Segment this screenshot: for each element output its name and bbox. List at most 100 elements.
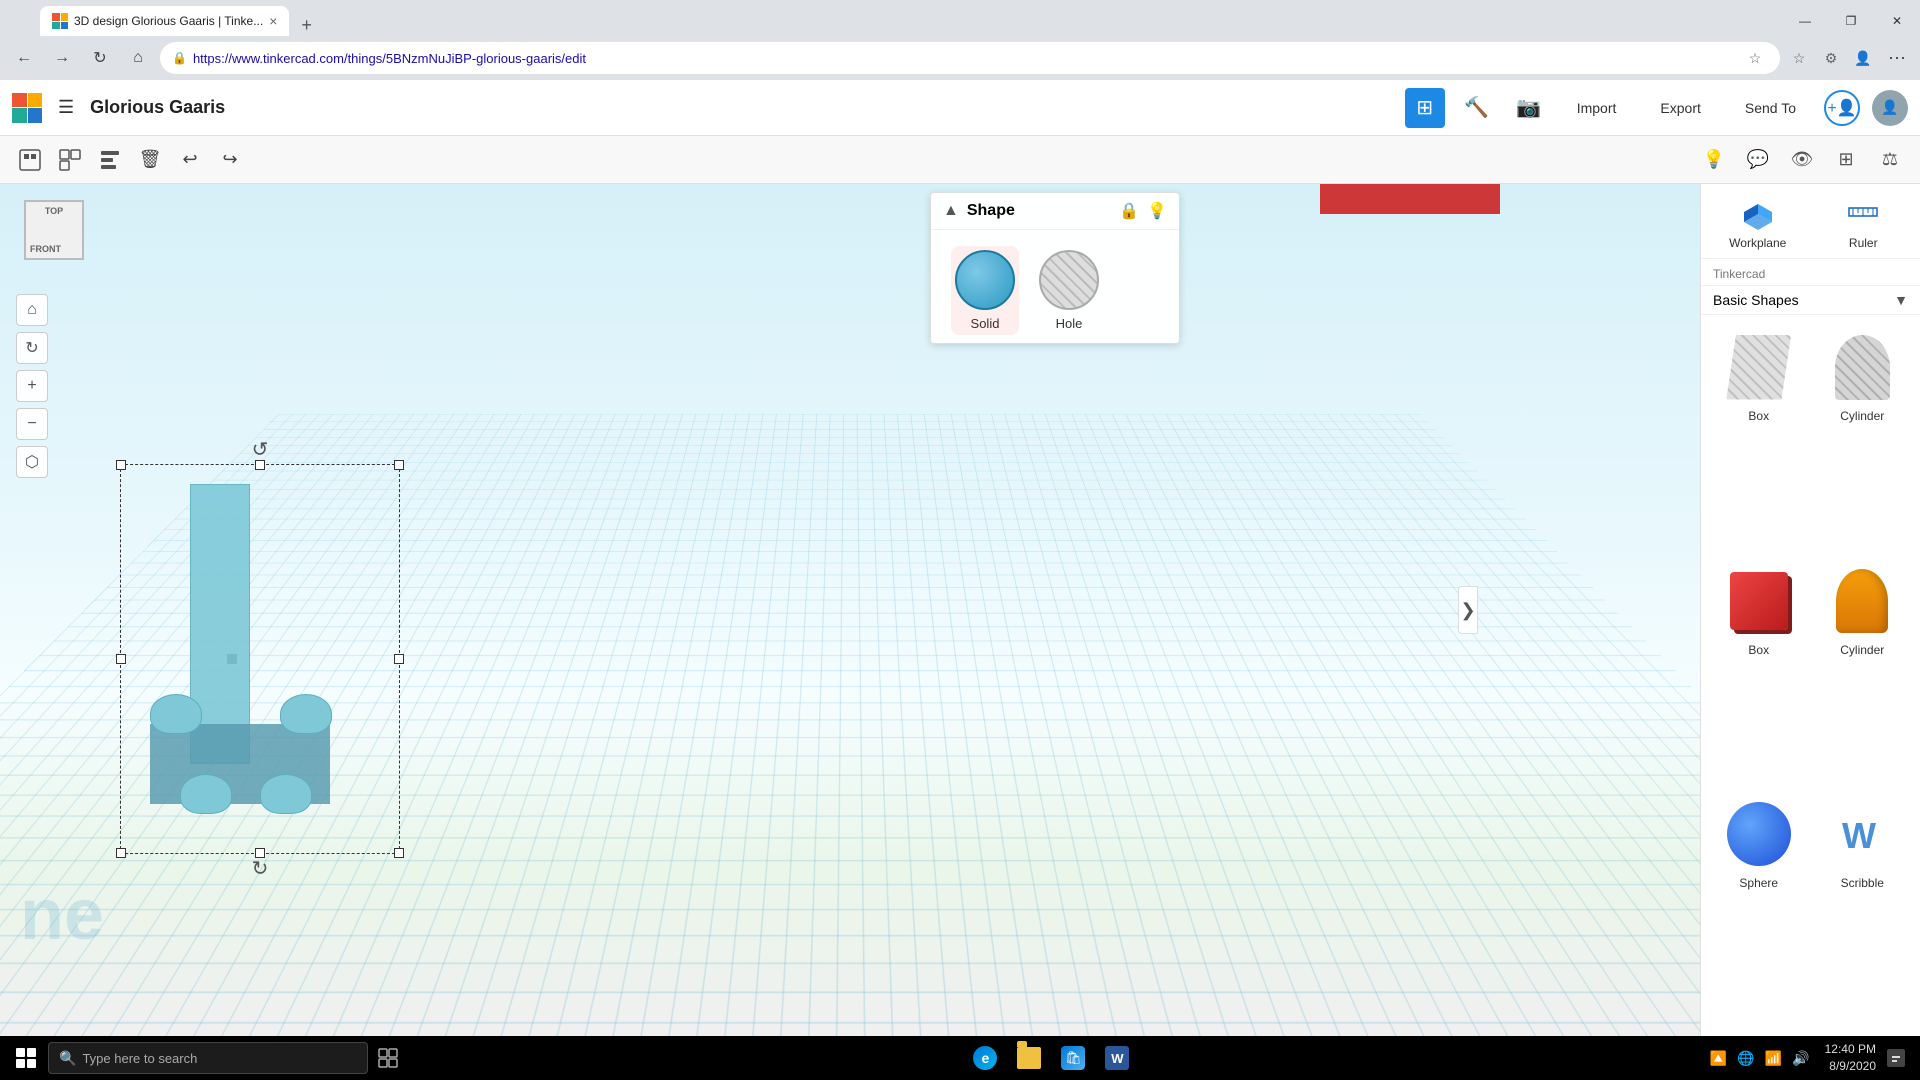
extensions-icon[interactable]: ⚙ [1818, 45, 1844, 71]
solid-circle [955, 250, 1015, 310]
send-to-button[interactable]: Send To [1729, 94, 1812, 122]
avatar[interactable]: 👤 [1872, 90, 1908, 126]
tray-expand-icon[interactable]: 🔼 [1707, 1050, 1730, 1067]
shape-card-scribble[interactable]: W Scribble [1817, 798, 1909, 1020]
box-red-thumb [1723, 565, 1795, 637]
taskbar-explorer-app[interactable] [1009, 1038, 1049, 1078]
cube-view-button[interactable]: ⬡ [16, 446, 48, 478]
minimize-button[interactable]: — [1782, 6, 1828, 36]
browser-menu-button[interactable]: ⋯ [1882, 48, 1912, 69]
cylinder-gray-shape [1835, 335, 1890, 400]
home-view-button[interactable]: ⌂ [16, 294, 48, 326]
delete-button[interactable]: 🗑 [132, 142, 168, 178]
import-button[interactable]: Import [1561, 94, 1633, 122]
view-icon[interactable]: 👁 [1784, 142, 1820, 178]
bookmark-star-icon[interactable]: ☆ [1742, 45, 1768, 71]
forward-button[interactable]: → [46, 42, 78, 74]
taskbar-store-app[interactable]: 🛍 [1053, 1038, 1093, 1078]
cube-top-label: TOP [45, 206, 63, 216]
handle-tl[interactable] [116, 460, 126, 470]
ruler-button[interactable]: Ruler [1811, 192, 1917, 250]
redo-button[interactable]: ↪ [212, 142, 248, 178]
close-button[interactable]: ✕ [1874, 6, 1920, 36]
shape-card-box-red[interactable]: Box [1713, 565, 1805, 787]
edge-icon: e [973, 1046, 997, 1070]
speech-bubble-icon[interactable]: 💬 [1740, 142, 1776, 178]
address-bar-row: ← → ↻ ⌂ 🔒 https://www.tinkercad.com/thin… [0, 36, 1920, 80]
hole-option[interactable]: Hole [1039, 250, 1099, 331]
orbit-button[interactable]: ↻ [16, 332, 48, 364]
shape-panel-lock-icon[interactable]: 🔒 [1119, 201, 1139, 221]
shape-panel-title: Shape [967, 202, 1111, 220]
profile-collections-icon[interactable]: ☆ [1786, 45, 1812, 71]
handle-rm[interactable] [394, 654, 404, 664]
tools-button[interactable]: 🔨 [1457, 88, 1497, 128]
cylinder-3 [180, 774, 232, 814]
add-user-button[interactable]: +👤 [1824, 90, 1860, 126]
box-red-shape [1730, 572, 1788, 630]
restore-button[interactable]: ❐ [1828, 6, 1874, 36]
network-icon[interactable]: 🌐 [1734, 1050, 1757, 1067]
align-button[interactable] [92, 142, 128, 178]
volume-icon[interactable]: 🔊 [1789, 1050, 1812, 1067]
box-red-label: Box [1748, 643, 1769, 657]
handle-br[interactable] [394, 848, 404, 858]
view-cube[interactable]: TOP FRONT [24, 200, 94, 270]
cylinder-4 [260, 774, 312, 814]
undo-button[interactable]: ↩ [172, 142, 208, 178]
hole-circle [1039, 250, 1099, 310]
video-button[interactable]: 📷 [1509, 88, 1549, 128]
shape-card-box-gray[interactable]: Box [1713, 331, 1805, 553]
shape-card-sphere[interactable]: Sphere [1713, 798, 1805, 1020]
shape-card-cylinder-gray[interactable]: Cylinder [1817, 331, 1909, 553]
user-icon[interactable]: 👤 [1850, 45, 1876, 71]
url-display: https://www.tinkercad.com/things/5BNzmNu… [193, 51, 1736, 66]
start-button[interactable] [8, 1040, 44, 1076]
zoom-in-button[interactable]: + [16, 370, 48, 402]
right-panel-collapse-button[interactable]: ❯ [1458, 586, 1478, 634]
taskbar-edge-app[interactable]: e [965, 1038, 1005, 1078]
rotate-handle-bottom[interactable]: ↻ [252, 856, 269, 881]
shape-type-options: Solid Hole [931, 230, 1179, 343]
workplane-ruler-section: Workplane Ruler [1701, 184, 1920, 259]
handle-tr[interactable] [394, 460, 404, 470]
shape-panel-light-icon[interactable]: 💡 [1147, 201, 1167, 221]
handle-bl[interactable] [116, 848, 126, 858]
tab-close-button[interactable]: × [269, 13, 277, 29]
grid-view-button[interactable]: ⊞ [1405, 88, 1445, 128]
grid-settings-icon[interactable]: ⊞ [1828, 142, 1864, 178]
app-menu-button[interactable]: ☰ [54, 93, 78, 122]
notification-button[interactable] [1880, 1042, 1912, 1074]
system-clock[interactable]: 12:40 PM 8/9/2020 [1825, 1041, 1876, 1075]
solid-option[interactable]: Solid [951, 246, 1019, 335]
home-button[interactable]: ⌂ [122, 42, 154, 74]
back-button[interactable]: ← [8, 42, 40, 74]
group-button[interactable] [12, 142, 48, 178]
task-view-button[interactable] [372, 1042, 404, 1074]
rotate-handle-top[interactable]: ↺ [252, 437, 269, 462]
zoom-out-button[interactable]: − [16, 408, 48, 440]
basic-shapes-dropdown[interactable]: Basic Shapes ▼ [1701, 285, 1920, 315]
sphere-label: Sphere [1739, 876, 1778, 890]
shape-card-cylinder-orange[interactable]: Cylinder [1817, 565, 1909, 787]
export-button[interactable]: Export [1644, 94, 1716, 122]
symmetry-icon[interactable]: ⚖ [1872, 142, 1908, 178]
ungroup-button[interactable] [52, 142, 88, 178]
cylinder-orange-thumb [1826, 565, 1898, 637]
wifi-icon[interactable]: 📶 [1762, 1050, 1785, 1067]
new-tab-button[interactable]: + [293, 15, 320, 36]
sphere-thumb [1723, 798, 1795, 870]
handle-lm[interactable] [116, 654, 126, 664]
light-bulb-icon[interactable]: 💡 [1696, 142, 1732, 178]
search-icon: 🔍 [59, 1050, 76, 1067]
refresh-button[interactable]: ↻ [84, 42, 116, 74]
taskbar-search-box[interactable]: 🔍 Type here to search [48, 1042, 368, 1074]
canvas-area[interactable]: TOP FRONT ⌂ ↻ + − ⬡ [0, 184, 1700, 1036]
ruler-icon [1843, 192, 1883, 232]
cylinder-2 [280, 694, 332, 734]
address-bar[interactable]: 🔒 https://www.tinkercad.com/things/5BNzm… [160, 42, 1780, 74]
shape-panel-collapse[interactable]: ▲ [943, 202, 959, 220]
taskbar-word-app[interactable]: W [1097, 1038, 1137, 1078]
active-tab[interactable]: 3D design Glorious Gaaris | Tinke... × [40, 6, 289, 36]
workplane-button[interactable]: Workplane [1705, 192, 1811, 250]
